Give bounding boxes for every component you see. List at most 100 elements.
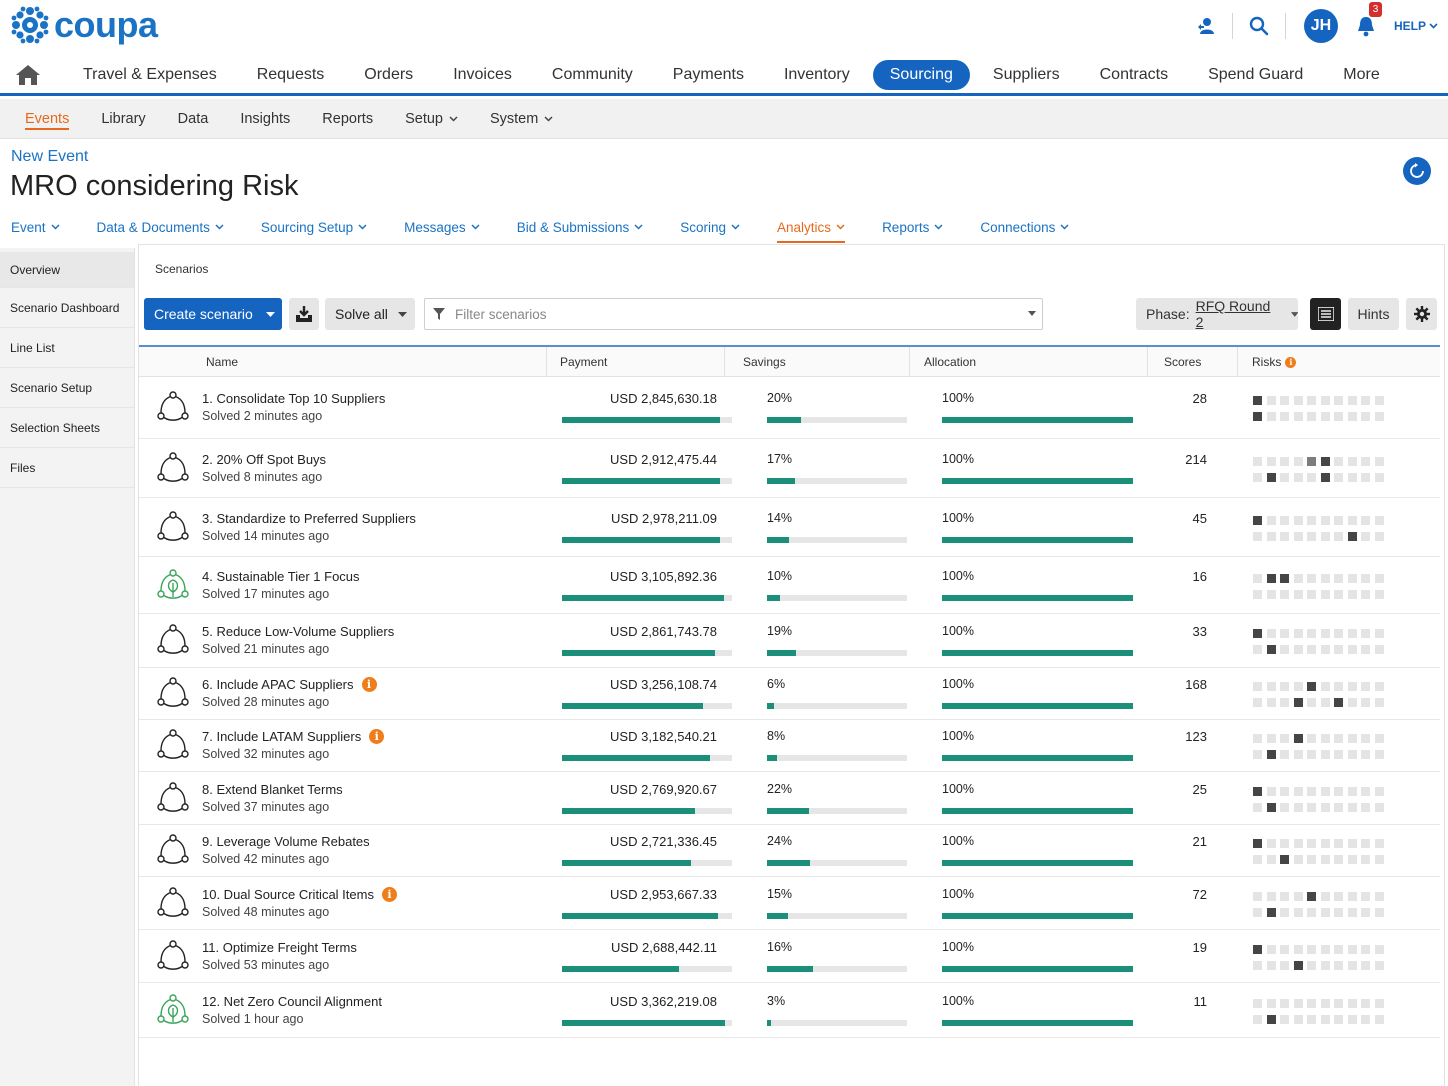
scenario-name[interactable]: 10. Dual Source Critical Items i bbox=[202, 887, 397, 902]
risk-cell[interactable] bbox=[1253, 734, 1262, 743]
warning-info-icon[interactable]: i bbox=[361, 677, 377, 692]
risk-cell[interactable] bbox=[1293, 574, 1303, 583]
scenario-name[interactable]: 8. Extend Blanket Terms bbox=[202, 782, 343, 797]
risk-cell[interactable] bbox=[1293, 698, 1303, 707]
risk-cell[interactable] bbox=[1374, 682, 1384, 691]
risk-cell[interactable] bbox=[1266, 532, 1276, 541]
risk-cell[interactable] bbox=[1361, 999, 1370, 1008]
sub-nav-setup[interactable]: Setup bbox=[389, 99, 474, 139]
risk-cell[interactable] bbox=[1361, 629, 1370, 638]
risk-cell[interactable] bbox=[1307, 532, 1316, 541]
risk-cell[interactable] bbox=[1253, 1015, 1262, 1024]
risk-cell[interactable] bbox=[1266, 892, 1276, 901]
risk-cell[interactable] bbox=[1374, 645, 1384, 654]
risk-cell[interactable] bbox=[1266, 473, 1276, 482]
risk-cell[interactable] bbox=[1293, 750, 1303, 759]
risk-cell[interactable] bbox=[1320, 516, 1330, 525]
risk-cell[interactable] bbox=[1307, 457, 1316, 466]
risk-cell[interactable] bbox=[1293, 855, 1303, 864]
risk-cell[interactable] bbox=[1320, 457, 1330, 466]
risk-cell[interactable] bbox=[1320, 412, 1330, 421]
risk-cell[interactable] bbox=[1307, 473, 1316, 482]
risk-heatmap[interactable] bbox=[1253, 734, 1384, 759]
event-nav-event[interactable]: Event bbox=[11, 214, 60, 240]
risk-cell[interactable] bbox=[1361, 855, 1370, 864]
risk-cell[interactable] bbox=[1307, 629, 1316, 638]
phase-select[interactable]: Phase: RFQ Round 2 bbox=[1136, 298, 1298, 330]
risk-cell[interactable] bbox=[1320, 908, 1330, 917]
risk-cell[interactable] bbox=[1334, 734, 1343, 743]
risk-cell[interactable] bbox=[1347, 787, 1357, 796]
risk-cell[interactable] bbox=[1347, 908, 1357, 917]
risk-cell[interactable] bbox=[1253, 750, 1262, 759]
risk-cell[interactable] bbox=[1280, 892, 1289, 901]
scenario-name[interactable]: 1. Consolidate Top 10 Suppliers bbox=[202, 391, 385, 406]
risk-cell[interactable] bbox=[1334, 629, 1343, 638]
risk-cell[interactable] bbox=[1347, 734, 1357, 743]
risk-cell[interactable] bbox=[1347, 682, 1357, 691]
sub-nav-events[interactable]: Events bbox=[9, 99, 85, 139]
risk-cell[interactable] bbox=[1253, 532, 1262, 541]
risk-cell[interactable] bbox=[1334, 516, 1343, 525]
risk-cell[interactable] bbox=[1361, 590, 1370, 599]
risk-cell[interactable] bbox=[1334, 892, 1343, 901]
risk-cell[interactable] bbox=[1293, 457, 1303, 466]
risk-cell[interactable] bbox=[1266, 396, 1276, 405]
risk-cell[interactable] bbox=[1334, 839, 1343, 848]
risk-cell[interactable] bbox=[1253, 961, 1262, 970]
risk-cell[interactable] bbox=[1293, 590, 1303, 599]
risk-cell[interactable] bbox=[1280, 734, 1289, 743]
column-header-allocation[interactable]: Allocation bbox=[924, 347, 976, 377]
user-avatar[interactable]: JH bbox=[1303, 9, 1338, 43]
risk-cell[interactable] bbox=[1334, 908, 1343, 917]
risk-cell[interactable] bbox=[1253, 999, 1262, 1008]
risk-cell[interactable] bbox=[1347, 473, 1357, 482]
table-row[interactable]: 2. 20% Off Spot Buys Solved 8 minutes ago… bbox=[139, 439, 1440, 498]
sub-nav-insights[interactable]: Insights bbox=[224, 99, 306, 139]
risk-cell[interactable] bbox=[1334, 1015, 1343, 1024]
column-header-payment[interactable]: Payment bbox=[560, 347, 607, 377]
risk-cell[interactable] bbox=[1361, 945, 1370, 954]
risk-cell[interactable] bbox=[1361, 516, 1370, 525]
column-header-savings[interactable]: Savings bbox=[743, 347, 786, 377]
risk-cell[interactable] bbox=[1253, 590, 1262, 599]
risk-cell[interactable] bbox=[1280, 803, 1289, 812]
risk-cell[interactable] bbox=[1266, 682, 1276, 691]
scenario-name[interactable]: 11. Optimize Freight Terms bbox=[202, 940, 357, 955]
risk-cell[interactable] bbox=[1253, 412, 1262, 421]
list-view-button[interactable] bbox=[1310, 298, 1341, 330]
risk-cell[interactable] bbox=[1374, 750, 1384, 759]
main-nav-travel-expenses[interactable]: Travel & Expenses bbox=[66, 60, 234, 90]
risk-cell[interactable] bbox=[1253, 803, 1262, 812]
risk-cell[interactable] bbox=[1320, 855, 1330, 864]
risk-cell[interactable] bbox=[1347, 961, 1357, 970]
risk-heatmap[interactable] bbox=[1253, 516, 1384, 541]
risk-cell[interactable] bbox=[1293, 645, 1303, 654]
scenario-name-text[interactable]: 4. Sustainable Tier 1 Focus bbox=[202, 569, 360, 584]
sidebar-item-line-list[interactable]: Line List bbox=[0, 328, 134, 368]
risk-cell[interactable] bbox=[1361, 473, 1370, 482]
hints-button[interactable]: Hints bbox=[1348, 298, 1399, 330]
risk-heatmap[interactable] bbox=[1253, 629, 1384, 654]
risk-cell[interactable] bbox=[1307, 734, 1316, 743]
risk-cell[interactable] bbox=[1307, 516, 1316, 525]
risk-cell[interactable] bbox=[1307, 396, 1316, 405]
risk-heatmap[interactable] bbox=[1253, 892, 1384, 917]
create-scenario-caret[interactable] bbox=[258, 298, 282, 330]
risk-cell[interactable] bbox=[1266, 961, 1276, 970]
risk-cell[interactable] bbox=[1320, 892, 1330, 901]
risk-cell[interactable] bbox=[1374, 412, 1384, 421]
scenario-name[interactable]: 4. Sustainable Tier 1 Focus bbox=[202, 569, 360, 584]
risk-cell[interactable] bbox=[1280, 839, 1289, 848]
risk-cell[interactable] bbox=[1374, 961, 1384, 970]
risk-cell[interactable] bbox=[1293, 908, 1303, 917]
risk-cell[interactable] bbox=[1266, 698, 1276, 707]
risk-cell[interactable] bbox=[1334, 698, 1343, 707]
risk-cell[interactable] bbox=[1266, 645, 1276, 654]
risk-cell[interactable] bbox=[1320, 532, 1330, 541]
risk-cell[interactable] bbox=[1334, 457, 1343, 466]
risk-heatmap[interactable] bbox=[1253, 457, 1384, 482]
main-nav-spend-guard[interactable]: Spend Guard bbox=[1191, 60, 1320, 90]
risk-cell[interactable] bbox=[1307, 1015, 1316, 1024]
risk-cell[interactable] bbox=[1280, 532, 1289, 541]
